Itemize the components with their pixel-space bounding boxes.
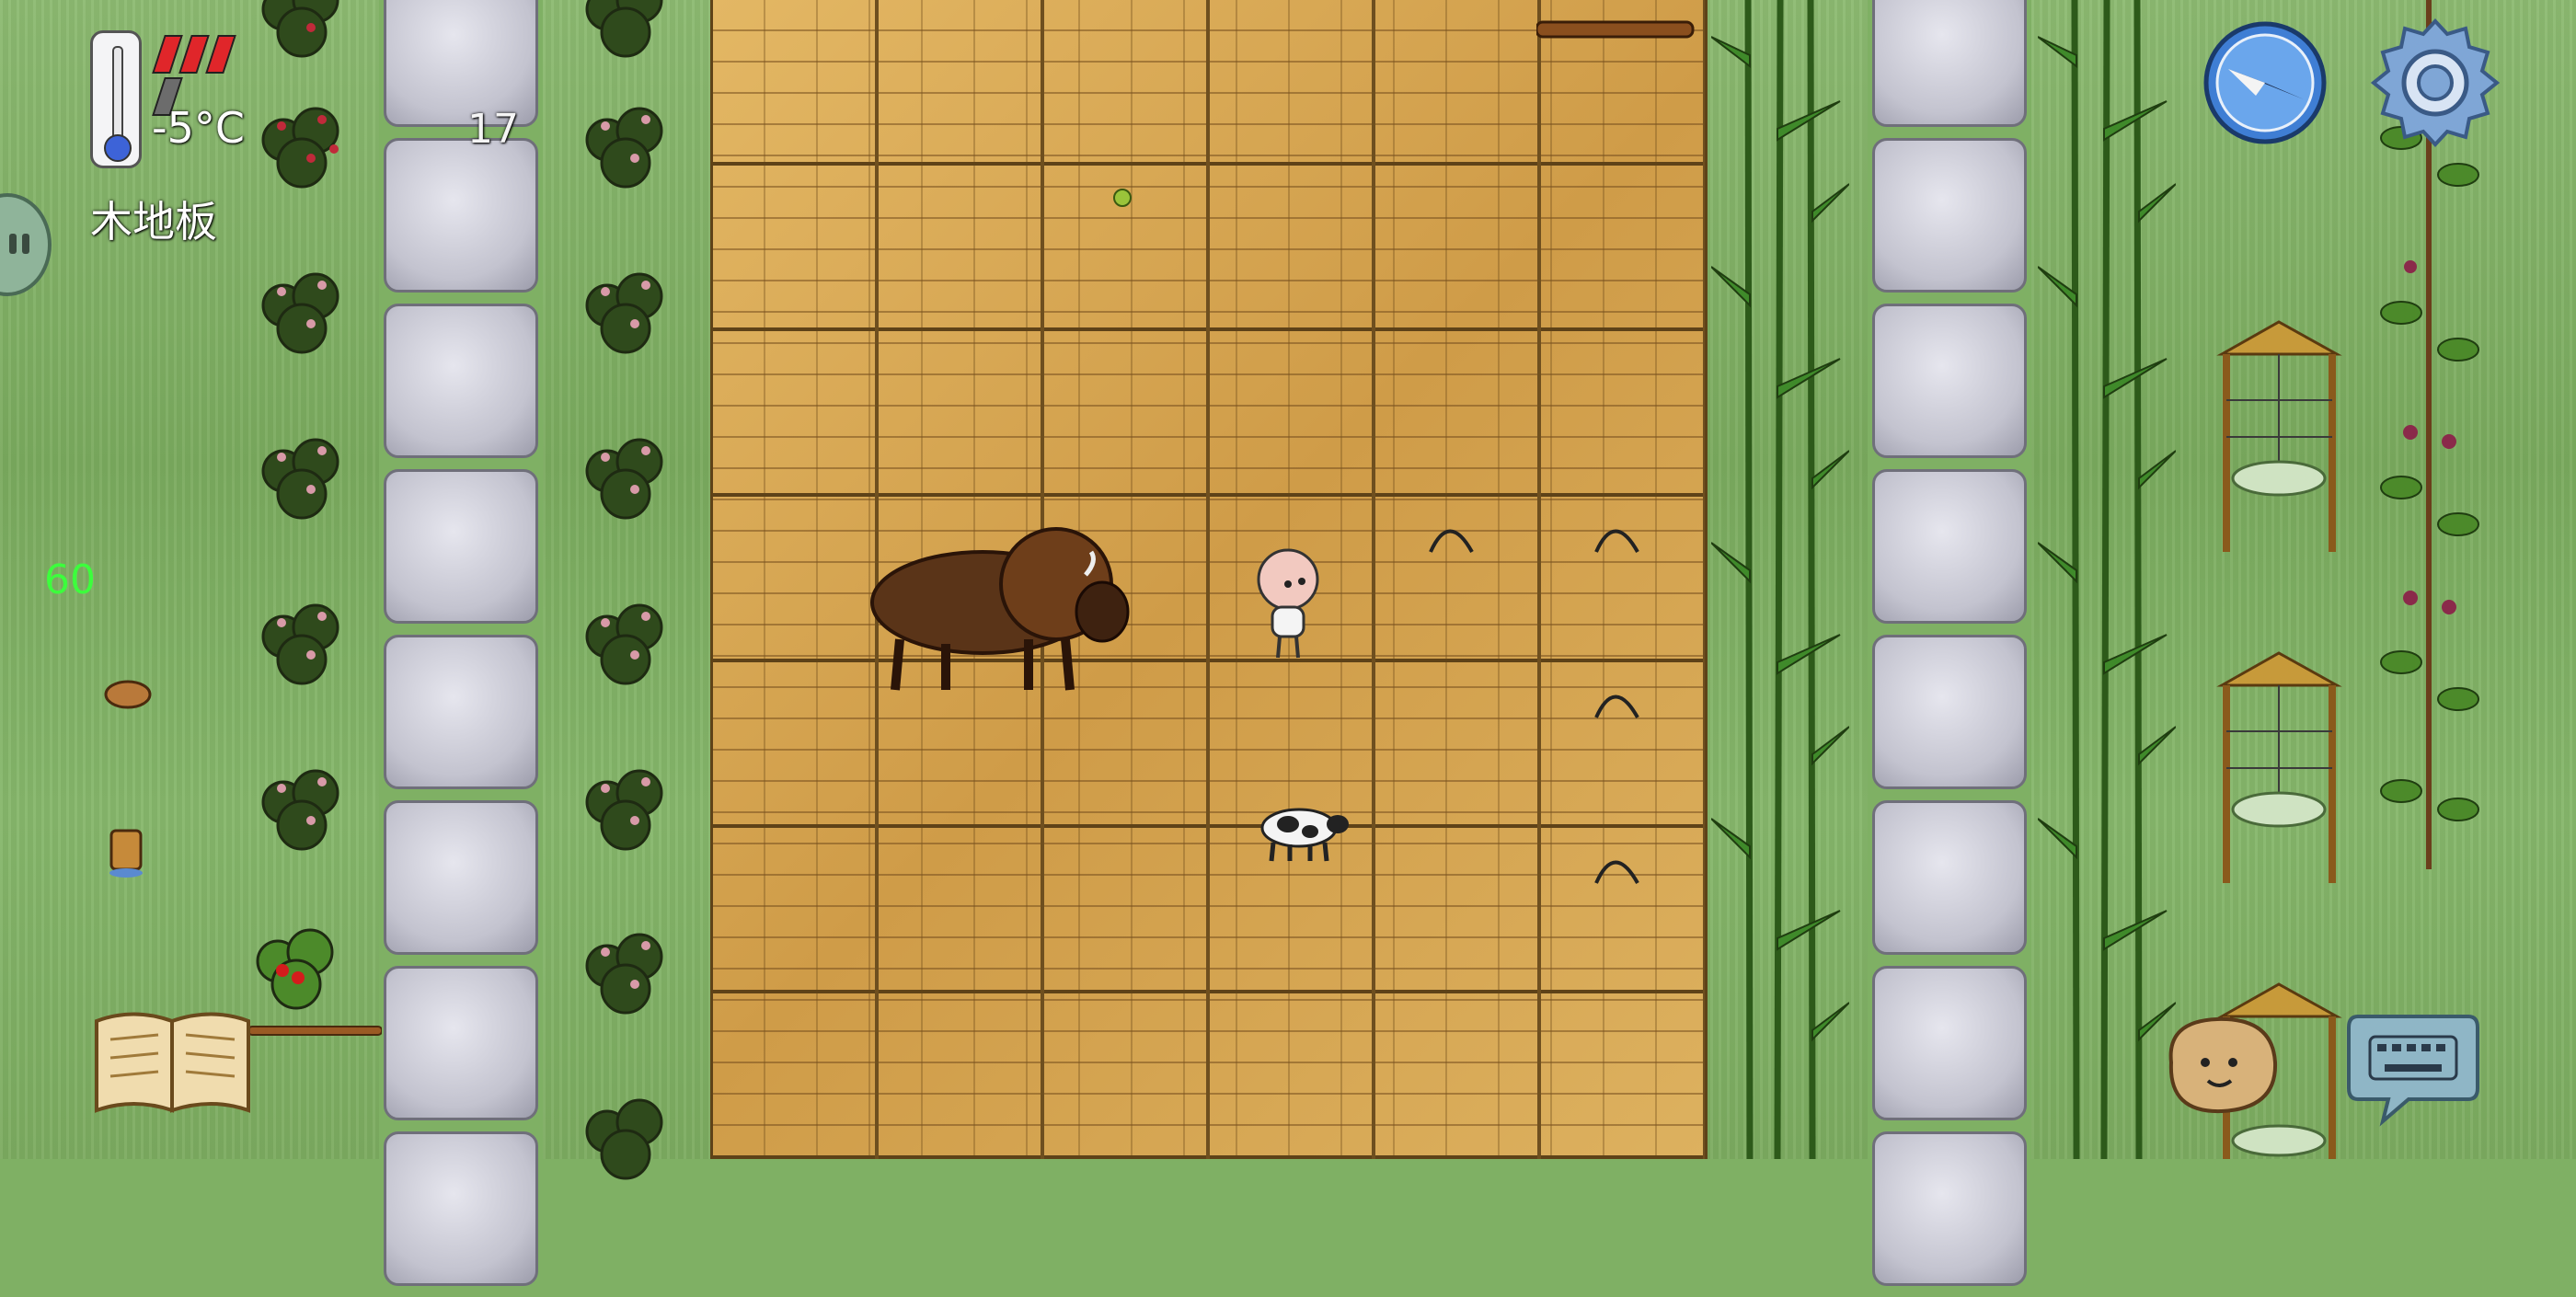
health-segment [205,35,237,74]
bamboo-grove[interactable] [1711,0,1849,1159]
rose-bush[interactable] [570,75,681,204]
keyboard-icon[interactable] [2344,1007,2482,1127]
fallen-branch[interactable] [248,1021,382,1039]
health-bar [152,35,256,116]
rose-bush[interactable] [247,241,357,370]
compass-icon[interactable] [2201,18,2329,147]
drying-rack[interactable] [2213,317,2346,557]
wire-hook[interactable] [1592,842,1642,888]
bamboo-grove[interactable] [2038,0,2176,1159]
fps-counter: 60 [44,557,96,603]
drying-rack[interactable] [2213,648,2346,888]
health-segment [178,35,210,74]
rose-bush[interactable] [570,407,681,535]
wire-hook[interactable] [1426,511,1477,557]
log[interactable] [1536,13,1702,50]
gear-icon[interactable] [2366,14,2504,152]
rose-bush[interactable] [570,572,681,701]
thermometer-icon [90,30,142,168]
berry-bush[interactable] [241,897,351,1026]
rose-bush[interactable] [247,75,357,204]
rose-bush[interactable] [570,738,681,867]
rose-bush[interactable] [570,241,681,370]
cow[interactable] [1253,798,1350,863]
baby-player[interactable] [1247,543,1329,662]
wire-hook[interactable] [1592,676,1642,722]
tile-name-label: 木地板 [90,197,217,247]
book-icon[interactable] [92,1007,253,1118]
stone-path-right [1868,0,2031,1297]
rose-bush[interactable] [247,572,357,701]
bison[interactable] [845,511,1139,694]
rose-bush[interactable] [570,901,681,1030]
small-plant[interactable] [1109,184,1136,212]
temperature-readout: -5°C [152,103,245,153]
potato-face-icon[interactable] [2157,1012,2282,1118]
rose-bush[interactable] [247,407,357,535]
rose-bush[interactable] [247,738,357,867]
age-counter: 17 [467,106,519,153]
stone-path-left [379,0,543,1297]
rose-bush[interactable] [247,0,357,74]
rose-bush[interactable] [570,0,681,74]
basket[interactable] [103,676,154,713]
bucket[interactable] [106,823,147,878]
wire-hook[interactable] [1592,511,1642,557]
rose-bush[interactable] [570,1067,681,1196]
